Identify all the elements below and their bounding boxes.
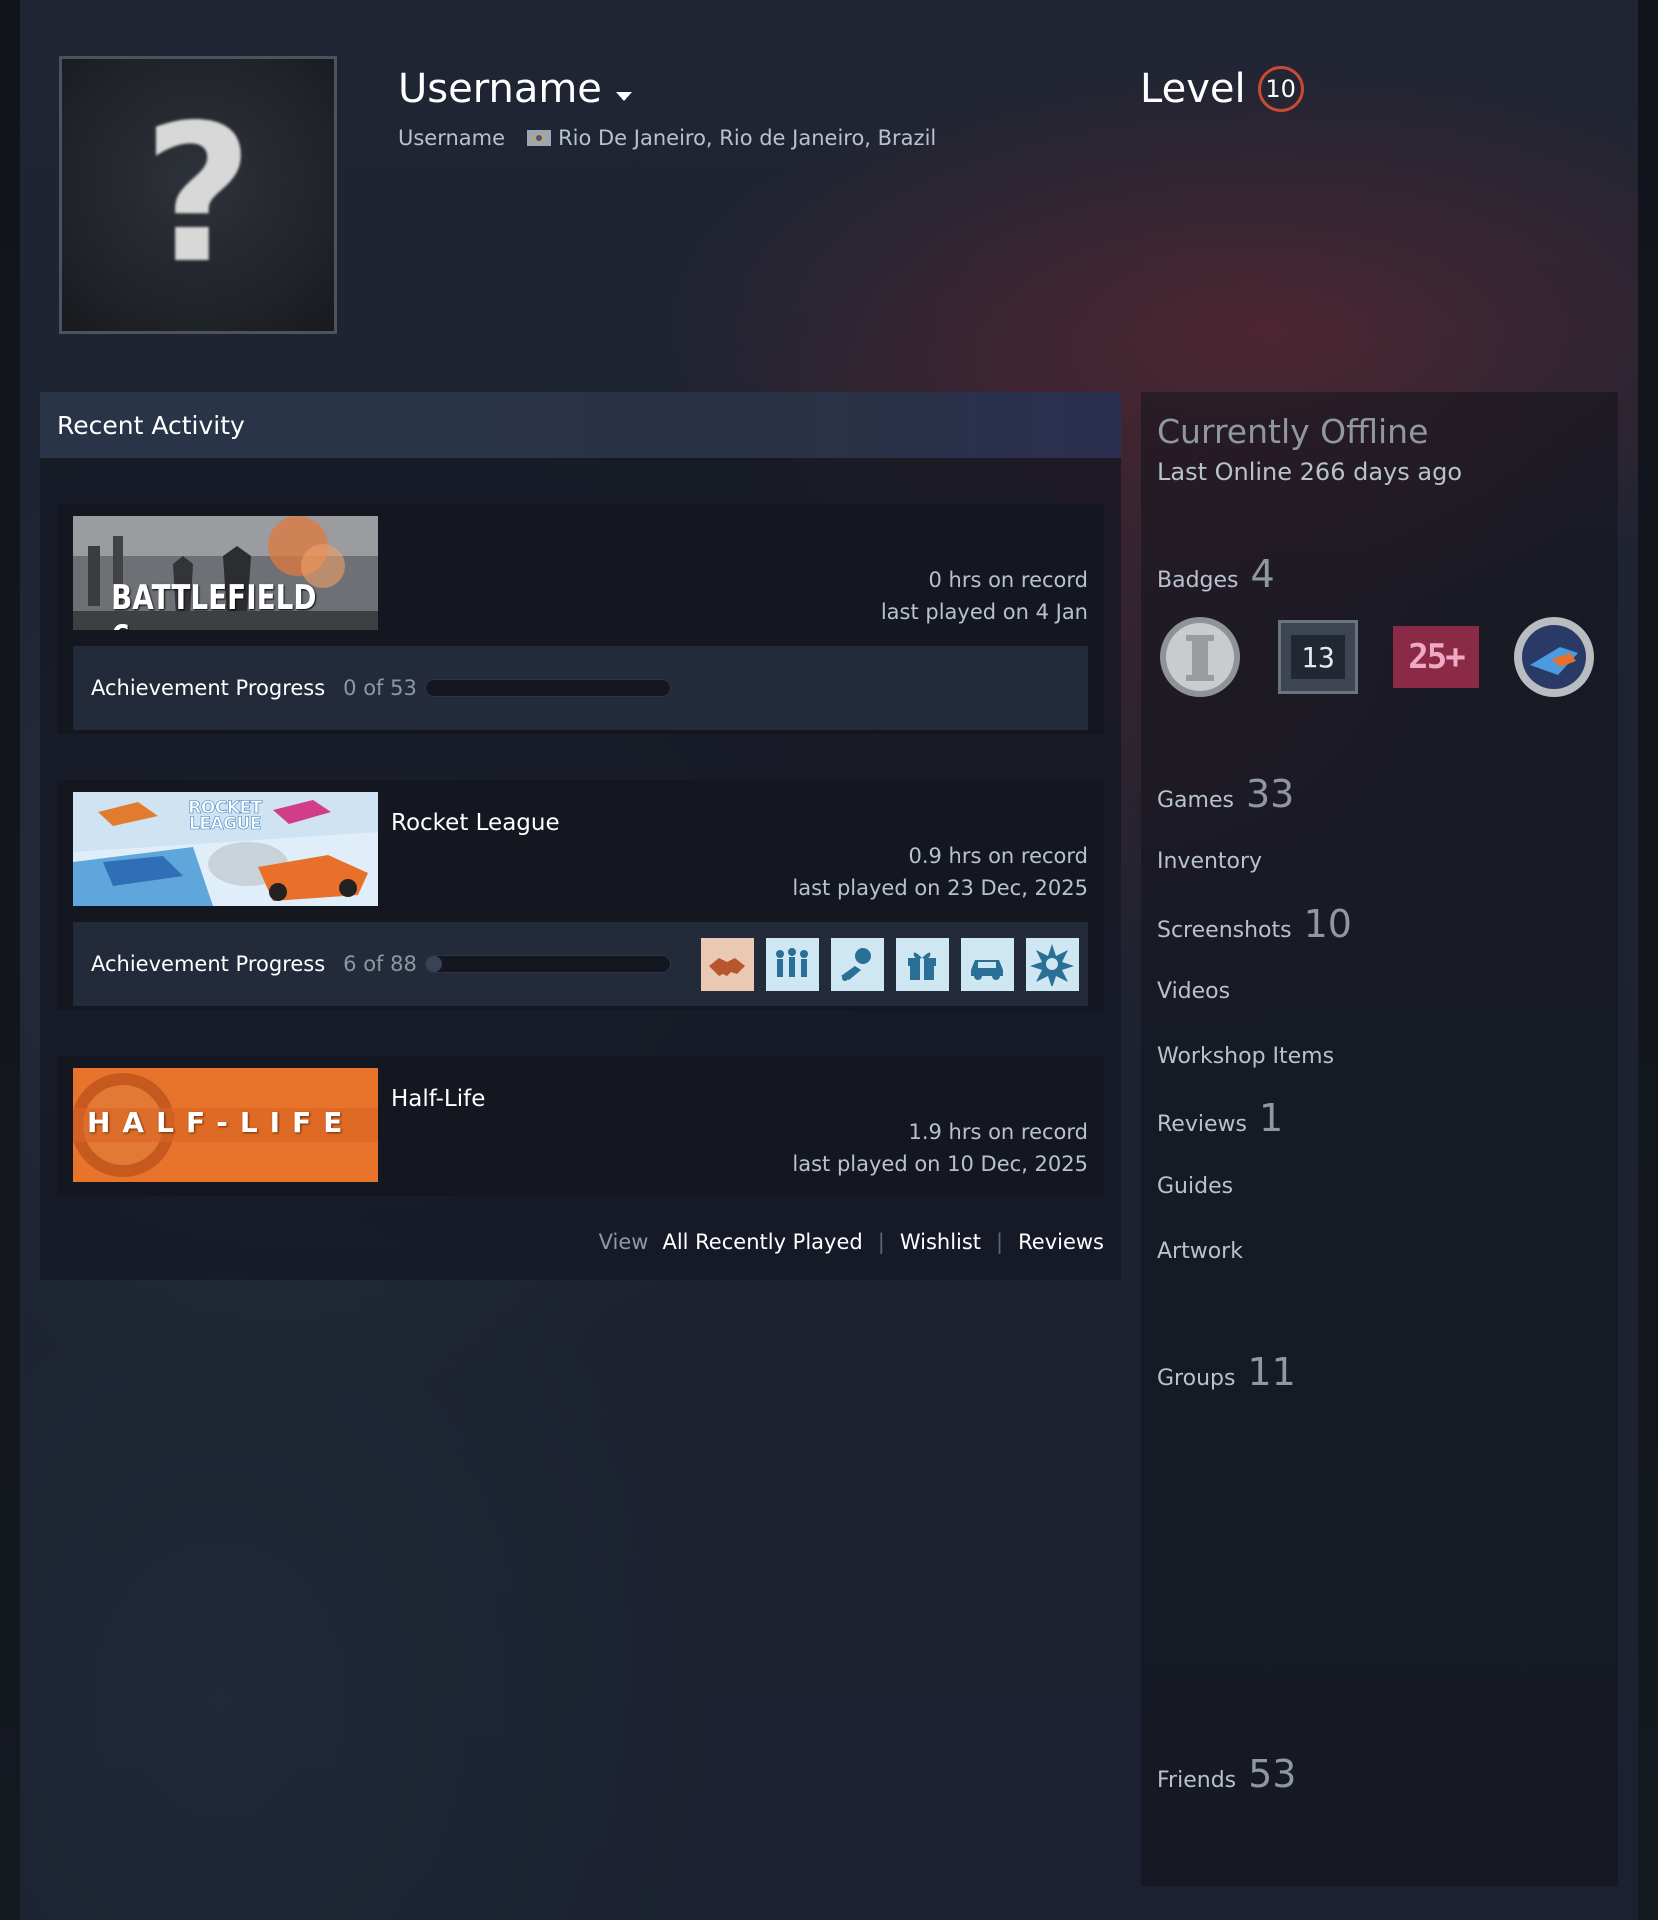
persona-name[interactable]: Username — [398, 66, 632, 112]
level-label: Level — [1140, 66, 1246, 112]
games-count: 33 — [1245, 772, 1295, 816]
hours-on-record: 0 hrs on record — [928, 568, 1088, 592]
game-capsule-battlefield[interactable]: BATTLEFIELD 6 — [73, 516, 378, 630]
persona-name-text: Username — [398, 66, 602, 112]
recent-activity-panel: Recent Activity BATTLEFIELD 6 0 hrs on r… — [40, 392, 1121, 1280]
friends-count: 53 — [1248, 1752, 1297, 1796]
groups-count: 11 — [1247, 1350, 1296, 1394]
profile-level[interactable]: Level 10 — [1140, 66, 1304, 112]
rocket-league-capsule-text: ROCKET LEAGUE — [188, 798, 263, 834]
battlefield-capsule-text: BATTLEFIELD 6 — [111, 578, 317, 630]
brazil-flag-icon — [527, 130, 552, 146]
level-value: 10 — [1265, 75, 1296, 103]
chevron-down-icon[interactable] — [615, 91, 632, 101]
half-life-capsule-text: HALF-LIFE — [87, 1106, 355, 1139]
badges-count: 4 — [1250, 552, 1275, 596]
team-icon[interactable] — [765, 937, 819, 991]
last-online: Last Online 266 days ago — [1157, 458, 1463, 486]
badges-label: Badges — [1157, 568, 1239, 593]
link-all-recently-played[interactable]: All Recently Played — [662, 1230, 862, 1254]
game-capsule-rocket-league[interactable]: ROCKET LEAGUE — [73, 792, 378, 906]
profile-subline: Username Rio De Janeiro, Rio de Janeiro,… — [398, 126, 936, 150]
screenshots-count: 10 — [1303, 902, 1352, 946]
last-played: last played on 10 Dec, 2025 — [792, 1152, 1088, 1176]
hours-on-record: 1.9 hrs on record — [908, 1120, 1088, 1144]
link-reviews[interactable]: Reviews — [1018, 1230, 1104, 1254]
hours-on-record: 0.9 hrs on record — [908, 844, 1088, 868]
screenshots-link[interactable]: Screenshots 10 — [1157, 902, 1352, 946]
inventory-link[interactable]: Inventory — [1157, 849, 1262, 874]
profile-sidebar: Currently Offline Last Online 266 days a… — [1141, 392, 1618, 1886]
game-row-half-life: HALF-LIFE Half-Life 1.9 hrs on record la… — [57, 1056, 1104, 1196]
videos-link[interactable]: Videos — [1157, 979, 1230, 1004]
screenshots-label: Screenshots — [1157, 918, 1292, 943]
page-edge-left — [0, 0, 20, 1920]
game-row-battlefield: BATTLEFIELD 6 0 hrs on record last playe… — [57, 504, 1104, 734]
game-stats-half-life: 1.9 hrs on record last played on 10 Dec,… — [792, 1116, 1088, 1180]
workshop-items-label: Workshop Items — [1157, 1044, 1335, 1069]
recent-activity-header: Recent Activity — [40, 392, 1121, 458]
badge-rocket-league-icon[interactable] — [1511, 614, 1597, 700]
achievement-progress-rocket-league[interactable]: Achievement Progress 6 of 88 — [73, 922, 1088, 1006]
artwork-label: Artwork — [1157, 1239, 1243, 1264]
location: Rio De Janeiro, Rio de Janeiro, Brazil — [558, 126, 937, 150]
groups-label: Groups — [1157, 1366, 1236, 1391]
inventory-label: Inventory — [1157, 849, 1263, 874]
game-row-rocket-league: ROCKET LEAGUE Rocket League 0.9 hrs on r… — [57, 780, 1104, 1010]
game-stats-rocket-league: 0.9 hrs on record last played on 23 Dec,… — [792, 840, 1088, 904]
achievement-progress-fill — [425, 956, 443, 972]
avatar-placeholder-glyph: ? — [142, 84, 254, 305]
achievement-progress-label: Achievement Progress — [91, 676, 326, 700]
rocket-car-icon[interactable] — [830, 937, 884, 991]
gift-icon[interactable] — [895, 937, 949, 991]
game-stats-battlefield: 0 hrs on record last played on 4 Jan — [881, 564, 1088, 628]
level-badge: 10 — [1257, 66, 1304, 112]
game-capsule-half-life[interactable]: HALF-LIFE — [73, 1068, 378, 1182]
friends-label: Friends — [1157, 1768, 1237, 1793]
recent-activity-title: Recent Activity — [57, 410, 245, 440]
badge-list: 13 25+ — [1157, 614, 1597, 700]
last-played: last played on 23 Dec, 2025 — [792, 876, 1088, 900]
avatar[interactable]: ? — [59, 56, 337, 334]
achievement-count: 0 of 53 — [343, 676, 417, 700]
game-name-rocket-league[interactable]: Rocket League — [391, 810, 560, 836]
car-icon[interactable] — [960, 937, 1014, 991]
achievement-progress-label: Achievement Progress — [91, 952, 326, 976]
badge-years-of-service[interactable]: 13 — [1275, 614, 1361, 700]
guides-link[interactable]: Guides — [1157, 1174, 1233, 1199]
achievement-progress-bar — [424, 955, 671, 973]
badges-link[interactable]: Badges 4 — [1157, 552, 1275, 596]
badge-game-collector[interactable]: 25+ — [1393, 614, 1479, 700]
view-label: View — [598, 1230, 649, 1254]
videos-label: Videos — [1157, 979, 1231, 1004]
years-badge-number: 13 — [1301, 640, 1335, 674]
last-played: last played on 4 Jan — [880, 600, 1088, 624]
link-wishlist[interactable]: Wishlist — [900, 1230, 981, 1254]
achievement-count: 6 of 88 — [343, 952, 417, 976]
achievement-progress-bar — [424, 679, 671, 697]
reviews-link[interactable]: Reviews 1 — [1157, 1096, 1283, 1140]
link-separator: | — [877, 1230, 885, 1254]
guides-label: Guides — [1157, 1174, 1234, 1199]
reviews-label: Reviews — [1157, 1112, 1247, 1137]
burst-icon[interactable] — [1025, 937, 1079, 991]
games-link[interactable]: Games 33 — [1157, 772, 1294, 816]
handshake-icon[interactable] — [700, 937, 754, 991]
achievement-icons — [700, 937, 1079, 991]
achievement-progress-battlefield[interactable]: Achievement Progress 0 of 53 — [73, 646, 1088, 730]
real-name: Username — [398, 126, 506, 150]
friends-link[interactable]: Friends 53 — [1157, 1752, 1296, 1796]
link-separator: | — [996, 1230, 1004, 1254]
badge-pillar-icon[interactable] — [1157, 614, 1243, 700]
view-links: View All Recently Played | Wishlist | Re… — [599, 1230, 1104, 1254]
artwork-link[interactable]: Artwork — [1157, 1239, 1243, 1264]
games-label: Games — [1157, 788, 1234, 813]
online-status: Currently Offline — [1157, 412, 1429, 451]
page-edge-right — [1638, 0, 1658, 1920]
game-collector-badge-text: 25+ — [1408, 637, 1465, 677]
game-name-half-life[interactable]: Half-Life — [391, 1086, 485, 1112]
workshop-items-link[interactable]: Workshop Items — [1157, 1044, 1334, 1069]
reviews-count: 1 — [1258, 1096, 1284, 1140]
groups-link[interactable]: Groups 11 — [1157, 1350, 1296, 1394]
